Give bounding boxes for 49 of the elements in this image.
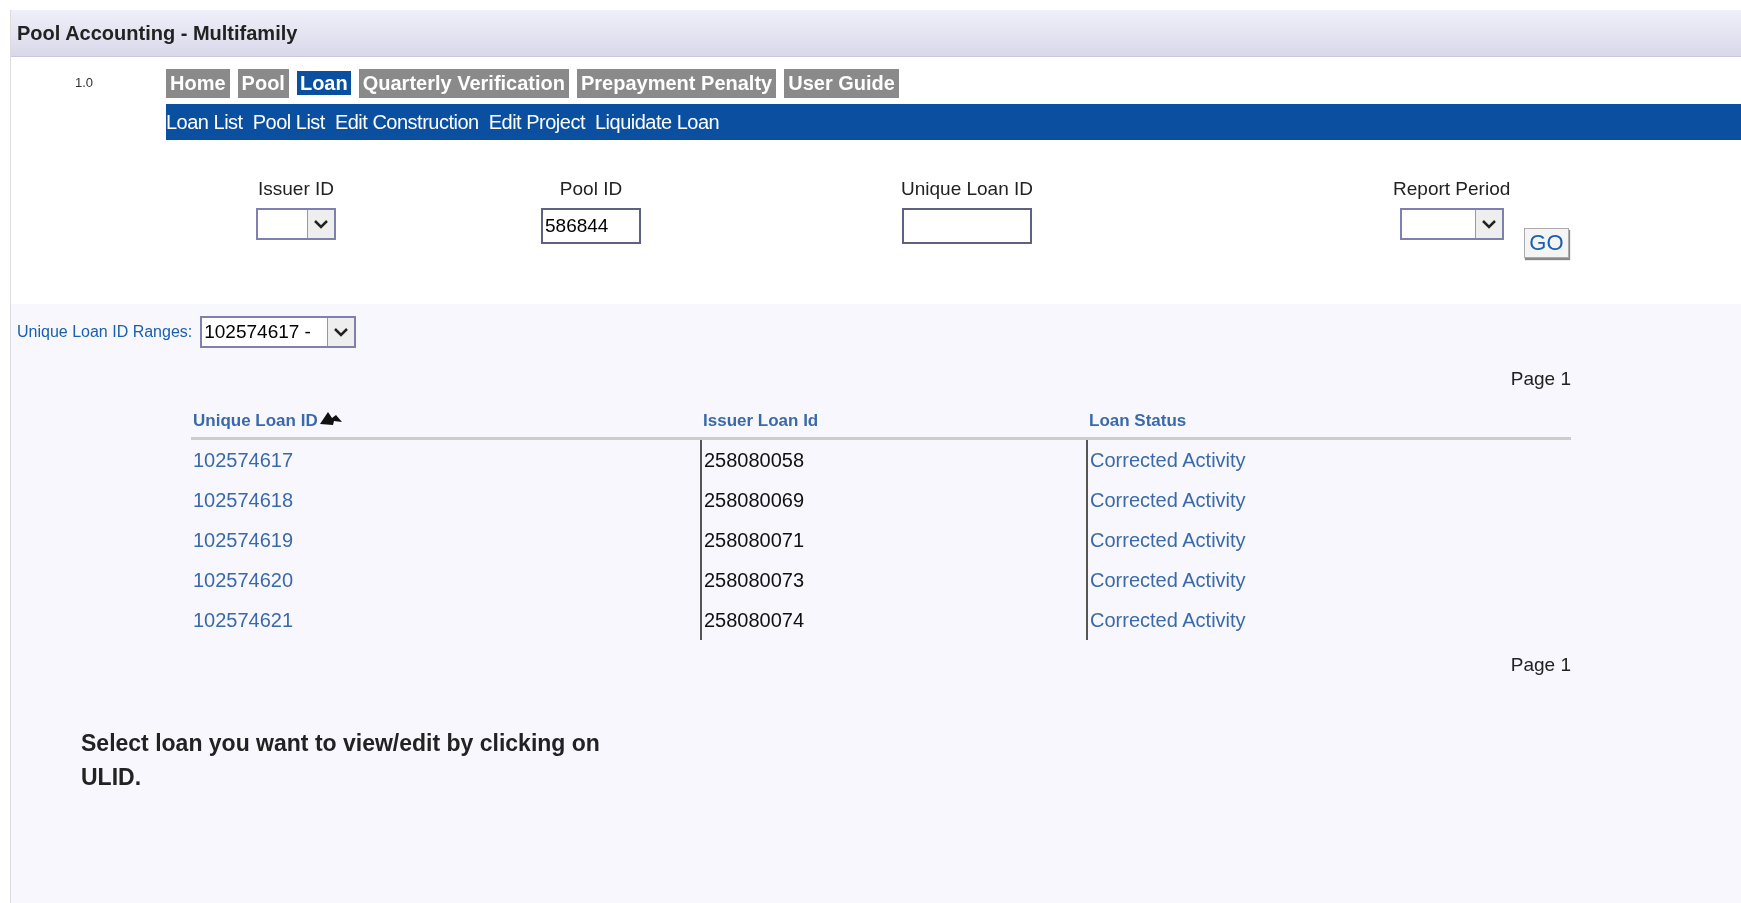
dropdown-field[interactable] <box>1399 208 1504 240</box>
ranges-dropdown[interactable]: 102574617 - <box>200 316 357 348</box>
table-link[interactable]: 102574618 <box>193 488 294 511</box>
field-label: Report Period <box>1393 178 1511 200</box>
nav-tab[interactable]: Pool <box>237 69 289 98</box>
ranges-label: Unique Loan ID Ranges: <box>17 323 193 341</box>
table-link[interactable]: Corrected Activity <box>1090 528 1246 551</box>
window-title: Pool Accounting - Multifamily <box>11 10 1741 57</box>
instruction-text: Select loan you want to view/edit by clicking on ULID. <box>81 729 601 792</box>
subnav-link[interactable]: Loan List <box>166 110 243 134</box>
dropdown-field[interactable] <box>256 208 336 240</box>
input-field[interactable] <box>902 208 1032 244</box>
caret-icon <box>334 327 349 337</box>
subnav-link[interactable]: Edit Construction <box>334 110 479 134</box>
table-link[interactable]: Corrected Activity <box>1090 448 1246 471</box>
table-link[interactable]: 102574621 <box>193 608 294 631</box>
input-field[interactable]: 586844 <box>541 208 641 244</box>
table-cell: 258080069 <box>704 488 805 511</box>
table-link[interactable]: Corrected Activity <box>1090 568 1246 591</box>
field-label: Pool ID <box>559 178 623 200</box>
table-cell: 258080073 <box>704 568 805 591</box>
subnav-link[interactable]: Liquidate Loan <box>594 110 720 134</box>
column-header[interactable]: Loan Status <box>1089 410 1187 430</box>
table-link[interactable]: Corrected Activity <box>1090 488 1246 511</box>
subnav-link[interactable]: Edit Project <box>488 110 585 134</box>
version-label: 1.0 <box>75 75 94 90</box>
nav-tab[interactable]: Quarterly Verification <box>358 69 569 98</box>
nav-tab[interactable]: User Guide <box>784 69 899 98</box>
field-label: Issuer ID <box>258 178 334 200</box>
table-link[interactable]: Corrected Activity <box>1090 608 1246 631</box>
column-header[interactable]: Unique Loan ID <box>193 411 318 430</box>
field-label: Unique Loan ID <box>901 178 1034 200</box>
table-link[interactable]: 102574620 <box>193 568 294 591</box>
table-cell: 258080058 <box>704 448 805 471</box>
sort-icon <box>317 410 344 426</box>
caret-icon <box>314 219 328 229</box>
nav-tab[interactable]: Home <box>166 69 230 98</box>
table-cell: 258080074 <box>704 608 805 631</box>
table-link[interactable]: 102574619 <box>193 528 294 551</box>
subnav-link[interactable]: Pool List <box>252 110 325 134</box>
page-label: Page 1 <box>1510 654 1571 676</box>
nav-tab[interactable]: Loan <box>296 69 351 98</box>
table-cell: 258080071 <box>704 528 805 551</box>
go-button[interactable]: GO <box>1524 228 1569 258</box>
caret-icon <box>1481 219 1496 229</box>
nav-tab[interactable]: Prepayment Penalty <box>577 69 777 98</box>
table-link[interactable]: 102574617 <box>193 448 294 471</box>
page-label: Page 1 <box>1510 368 1571 390</box>
column-header[interactable]: Issuer Loan Id <box>703 410 819 430</box>
